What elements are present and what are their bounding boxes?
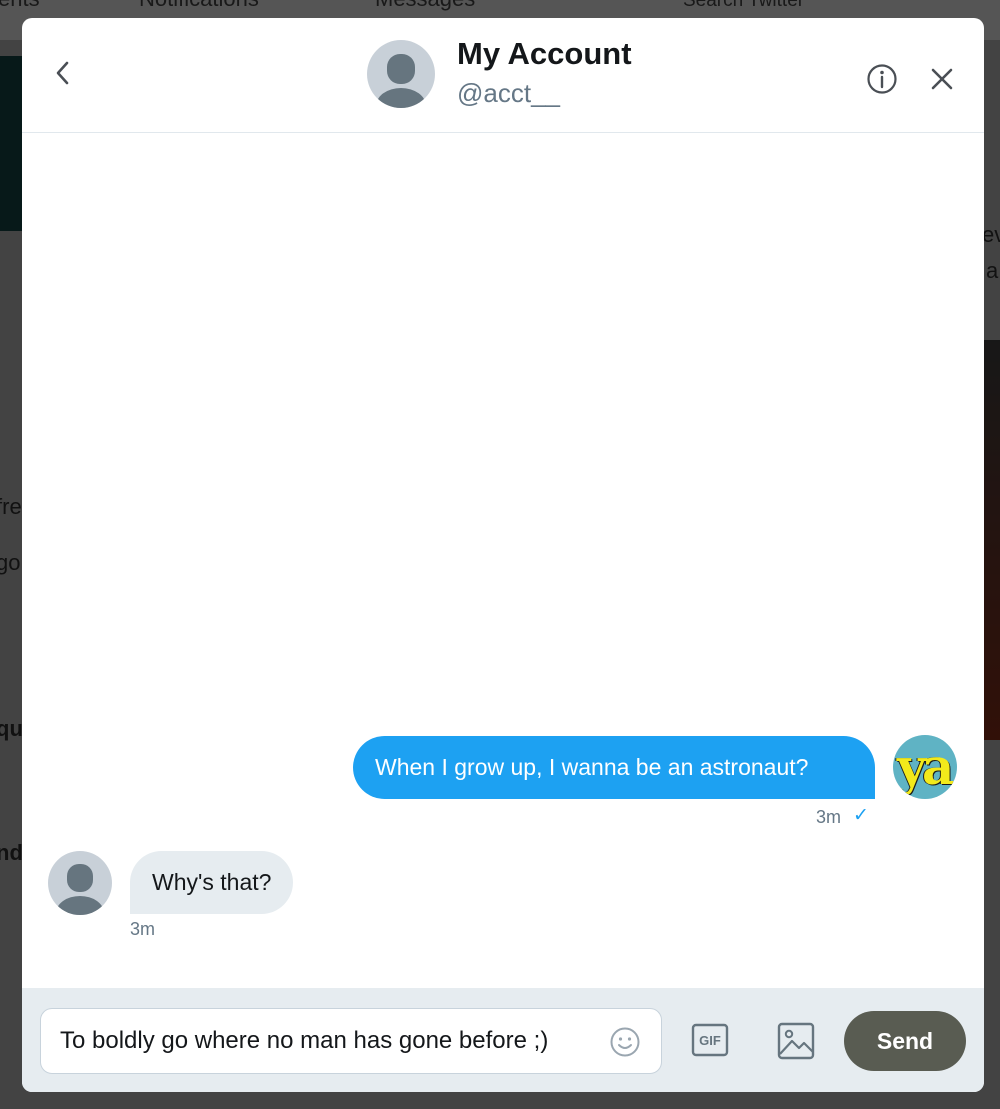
- avatar[interactable]: [367, 40, 435, 108]
- gif-button[interactable]: GIF: [691, 1023, 729, 1057]
- add-image-button[interactable]: [777, 1022, 815, 1060]
- avatar-logo: ya: [897, 737, 954, 796]
- emoji-button[interactable]: [609, 1026, 641, 1058]
- svg-text:GIF: GIF: [699, 1033, 721, 1048]
- emoji-icon: [610, 1027, 640, 1057]
- conversation-name: My Account: [457, 36, 632, 71]
- conversation-handle: @acct__: [457, 78, 560, 108]
- send-button[interactable]: Send: [844, 1011, 966, 1071]
- message-composer: To boldly go where no man has gone befor…: [22, 988, 984, 1092]
- info-icon: [867, 64, 897, 94]
- message-list[interactable]: When I grow up, I wanna be an astronaut?…: [22, 133, 984, 988]
- direct-message-dialog: My Account @acct__ When I grow up, I wan…: [22, 18, 984, 1092]
- message-input[interactable]: To boldly go where no man has gone befor…: [40, 1008, 662, 1074]
- conversation-header: My Account @acct__: [22, 18, 984, 133]
- info-button[interactable]: [865, 62, 899, 96]
- read-receipt-check-icon: ✓: [853, 805, 869, 826]
- message-timestamp: 3m: [130, 919, 156, 939]
- close-icon: [931, 68, 953, 90]
- gif-icon: GIF: [691, 1023, 729, 1057]
- incoming-message-bubble[interactable]: Why's that?: [130, 851, 294, 914]
- back-arrow-icon: [56, 61, 69, 85]
- my-avatar[interactable]: ya: [893, 735, 957, 799]
- back-button[interactable]: [48, 58, 78, 88]
- default-avatar-icon: [56, 864, 104, 915]
- close-button[interactable]: [927, 64, 957, 94]
- outgoing-message-bubble[interactable]: When I grow up, I wanna be an astronaut?: [353, 736, 875, 799]
- image-icon: [777, 1022, 815, 1060]
- message-input-text[interactable]: To boldly go where no man has gone befor…: [60, 1027, 548, 1055]
- default-avatar-icon: [376, 54, 426, 108]
- sender-avatar[interactable]: [48, 851, 112, 915]
- message-timestamp: 3m: [816, 807, 842, 827]
